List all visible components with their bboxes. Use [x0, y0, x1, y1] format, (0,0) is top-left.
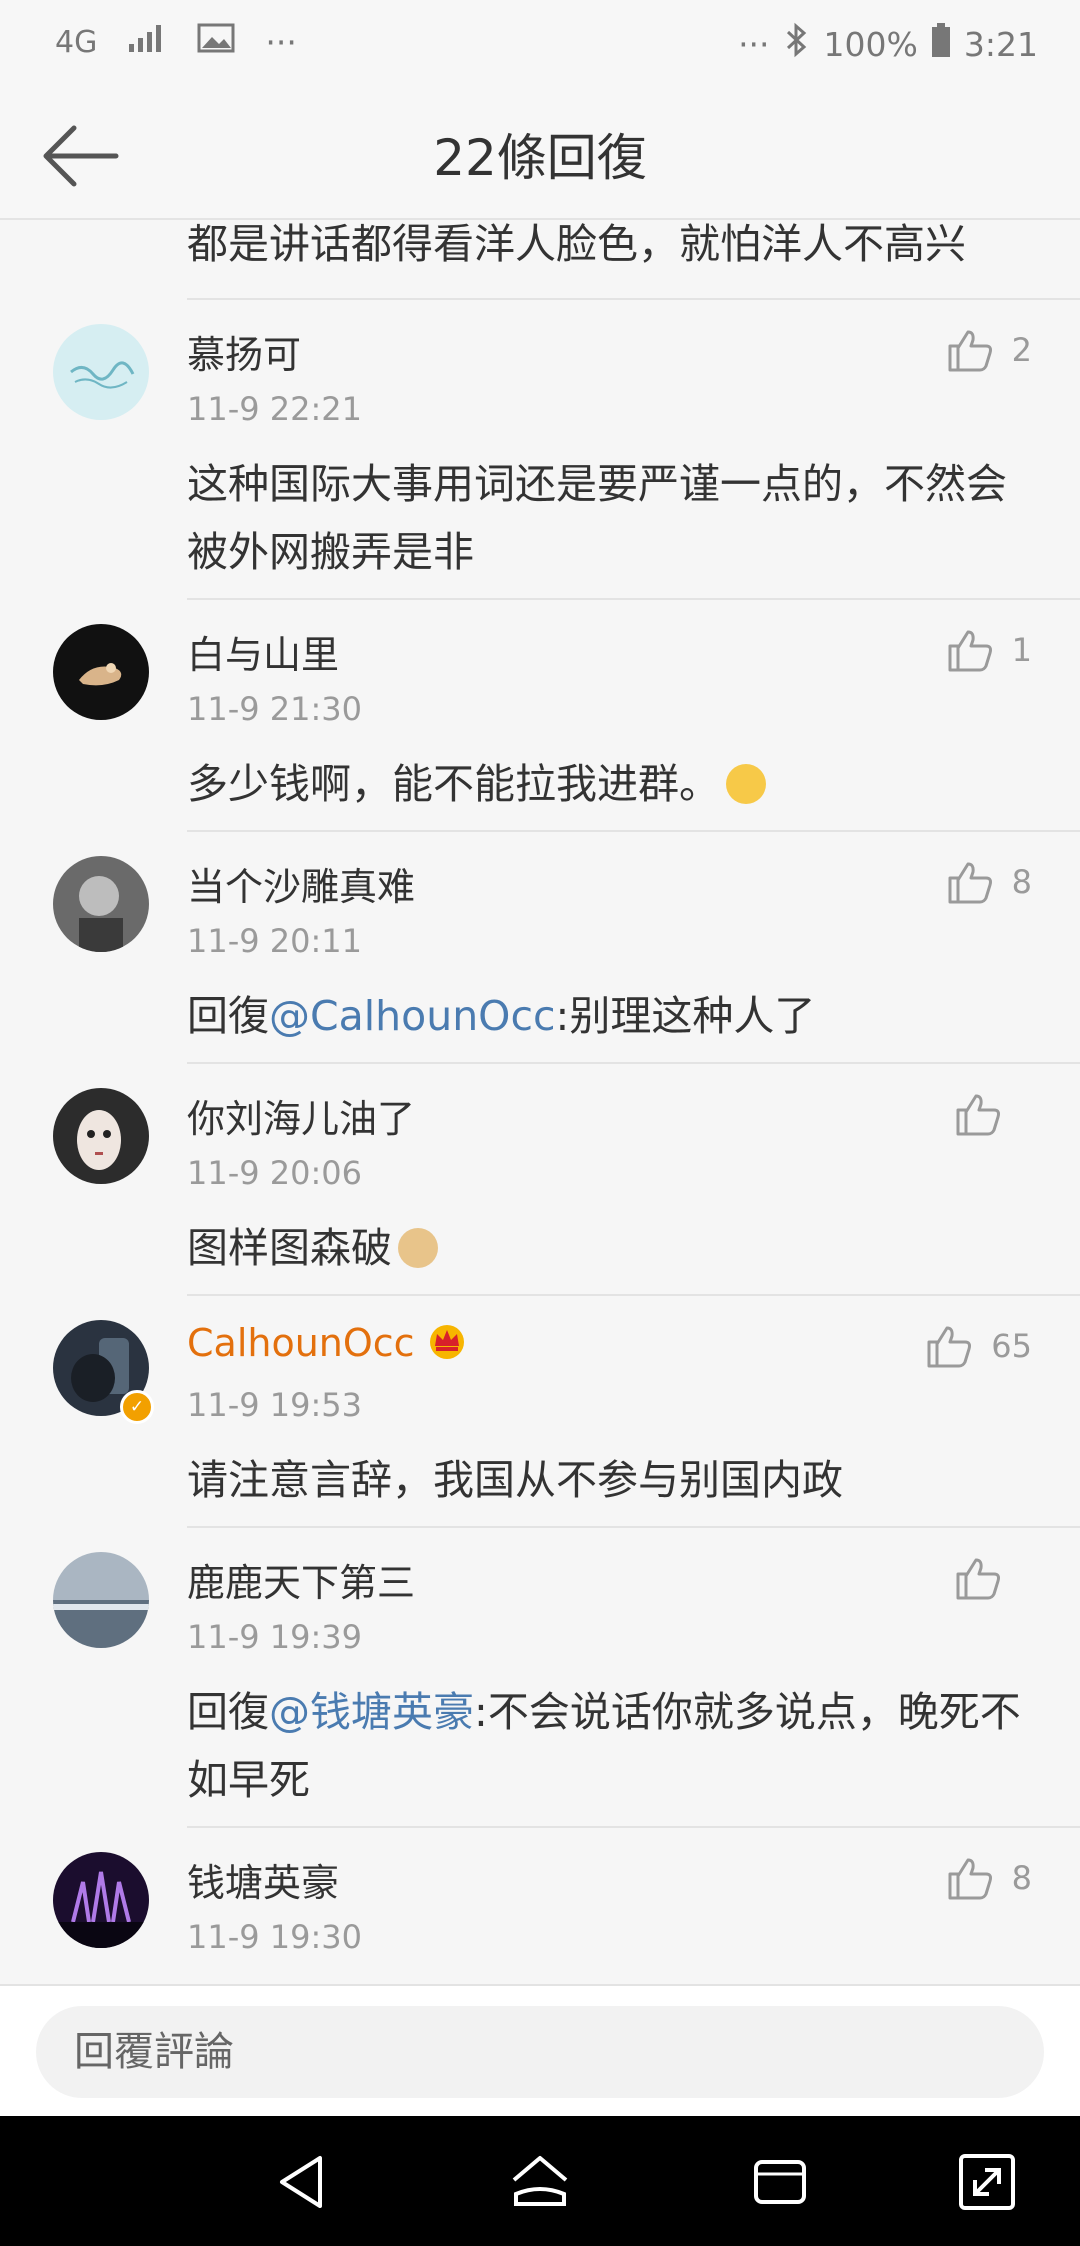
avatar[interactable]: [53, 1852, 149, 1948]
bluetooth-icon: [784, 22, 810, 66]
comment-author[interactable]: 你刘海儿油了: [187, 1088, 415, 1143]
status-right: ··· 100% 3:21: [738, 22, 1038, 66]
like-count: 8: [1011, 1859, 1032, 1897]
comment-item[interactable]: 你刘海儿油了 11-9 20:06 图样图森破: [0, 1064, 1080, 1294]
thumbs-up-icon: [948, 1858, 992, 1900]
like-button[interactable]: 65: [925, 1322, 1032, 1370]
like-button[interactable]: 8: [946, 858, 1032, 906]
more-icon: ···: [265, 22, 297, 62]
battery-icon: [931, 23, 950, 65]
battery-percent: 100%: [823, 24, 918, 64]
verified-badge-icon: ✓: [120, 1390, 154, 1424]
page-title: 22條回復: [433, 129, 647, 187]
network-indicator: 4G: [55, 24, 98, 60]
nav-home-button[interactable]: [508, 2150, 572, 2214]
like-button[interactable]: 1: [946, 626, 1032, 674]
comment-text: 请注意言辞，我国从不参与别国内政: [187, 1456, 843, 1504]
avatar[interactable]: [53, 856, 149, 952]
reply-prefix: 回復: [187, 992, 269, 1040]
thumbs-up-icon: [927, 1326, 972, 1368]
nav-back-button[interactable]: [270, 2150, 334, 2214]
comment-item[interactable]: 钱塘英豪 11-9 19:30 8: [0, 1828, 1080, 1978]
nav-expand-button[interactable]: [955, 2150, 1019, 2214]
comment-item[interactable]: 当个沙雕真难 11-9 20:11 8 回復@CalhounOcc:别理这种人了: [0, 832, 1080, 1062]
like-button[interactable]: [954, 1090, 1020, 1138]
system-nav-bar: [0, 2116, 1080, 2246]
mention-link[interactable]: @钱塘英豪: [269, 1688, 474, 1736]
image-icon: [197, 22, 235, 62]
thumbs-up-icon: [948, 330, 992, 372]
status-bar: 4G ··· ··· 100% 3:21: [0, 0, 1080, 90]
comment-author[interactable]: 鹿鹿天下第三: [187, 1552, 415, 1607]
nav-expand-icon: [959, 2154, 1015, 2210]
avatar[interactable]: [53, 324, 149, 420]
nav-recents-button[interactable]: [748, 2150, 812, 2214]
like-button[interactable]: 2: [946, 326, 1032, 374]
author-name: CalhounOcc: [187, 1321, 415, 1365]
like-count: 8: [1011, 863, 1032, 901]
comment-text: 多少钱啊，能不能拉我进群。: [0, 600, 1080, 840]
comment-time: 11-9 20:06: [187, 1154, 363, 1192]
partial-comment-text: 都是讲话都得看洋人脸色，就怕洋人不高兴: [187, 220, 966, 268]
thumbs-up-icon: [956, 1094, 1000, 1136]
comment-body: 多少钱啊，能不能拉我进群。: [187, 760, 720, 808]
comment-list[interactable]: 都是讲话都得看洋人脸色，就怕洋人不高兴 慕扬可 11-9 22:21 2 这种国…: [0, 218, 1080, 1978]
comment-time: 11-9 20:11: [187, 922, 363, 960]
comment-author[interactable]: 当个沙雕真难: [187, 856, 415, 911]
comment-item[interactable]: 慕扬可 11-9 22:21 2 这种国际大事用词还是要严谨一点的，不然会被外网…: [0, 300, 1080, 598]
comment-time: 11-9 19:39: [187, 1618, 363, 1656]
comment-time: 11-9 19:53: [187, 1386, 363, 1424]
comment-text: 图样图森破: [0, 1064, 1080, 1304]
thumbs-up-icon: [948, 862, 992, 904]
comment-author[interactable]: 白与山里: [187, 624, 339, 679]
nav-back-icon: [280, 2156, 322, 2208]
more-icon: ···: [738, 24, 770, 64]
like-count: 2: [1011, 331, 1032, 369]
nav-recents-icon: [754, 2160, 806, 2204]
reply-bar: [0, 1984, 1080, 2118]
doge-emoji-icon: [398, 1228, 438, 1268]
crown-icon: [429, 1325, 464, 1359]
header: 22條回復: [0, 90, 1080, 220]
avatar[interactable]: [53, 1552, 149, 1648]
avatar[interactable]: [53, 1088, 149, 1184]
reply-input[interactable]: [36, 2006, 1044, 2098]
reply-body: :别理这种人了: [555, 992, 816, 1040]
comment-item[interactable]: ✓ CalhounOcc 11-9 19:53 65 请注意言辞，我国从不参与别…: [0, 1296, 1080, 1526]
comment-text: 这种国际大事用词还是要严谨一点的，不然会被外网搬弄是非: [187, 460, 1007, 576]
comment-text: 回復@钱塘英豪:不会说话你就多说点，晚死不如早死: [0, 1528, 1080, 1836]
like-count: 65: [991, 1327, 1032, 1365]
comment-author[interactable]: 钱塘英豪: [187, 1852, 339, 1907]
signal-icon: [127, 22, 167, 62]
status-left: 4G ···: [55, 22, 297, 62]
thumbs-up-icon: [956, 1558, 1000, 1600]
like-button[interactable]: 8: [946, 1854, 1032, 1902]
rolling-eyes-emoji-icon: [726, 764, 766, 804]
comment-item[interactable]: 鹿鹿天下第三 11-9 19:39 回復@钱塘英豪:不会说话你就多说点，晚死不如…: [0, 1528, 1080, 1826]
avatar[interactable]: [53, 624, 149, 720]
comment-text: 回復@CalhounOcc:别理这种人了: [0, 832, 1080, 1072]
thumbs-up-icon: [948, 630, 992, 672]
comment-author[interactable]: CalhounOcc: [187, 1320, 469, 1365]
comment-body: 图样图森破: [187, 1224, 392, 1272]
comment-item[interactable]: 白与山里 11-9 21:30 1 多少钱啊，能不能拉我进群。: [0, 600, 1080, 830]
comment-author[interactable]: 慕扬可: [187, 324, 301, 379]
nav-home-icon: [512, 2156, 568, 2206]
like-count: 1: [1011, 631, 1032, 669]
partial-comment[interactable]: 都是讲话都得看洋人脸色，就怕洋人不高兴: [0, 218, 1080, 298]
comment-time: 11-9 22:21: [187, 390, 363, 428]
mention-link[interactable]: @CalhounOcc: [269, 992, 556, 1040]
reply-prefix: 回復: [187, 1688, 269, 1736]
comment-time: 11-9 19:30: [187, 1918, 363, 1956]
comment-time: 11-9 21:30: [187, 690, 363, 728]
like-button[interactable]: [954, 1554, 1020, 1602]
clock: 3:21: [963, 24, 1038, 64]
